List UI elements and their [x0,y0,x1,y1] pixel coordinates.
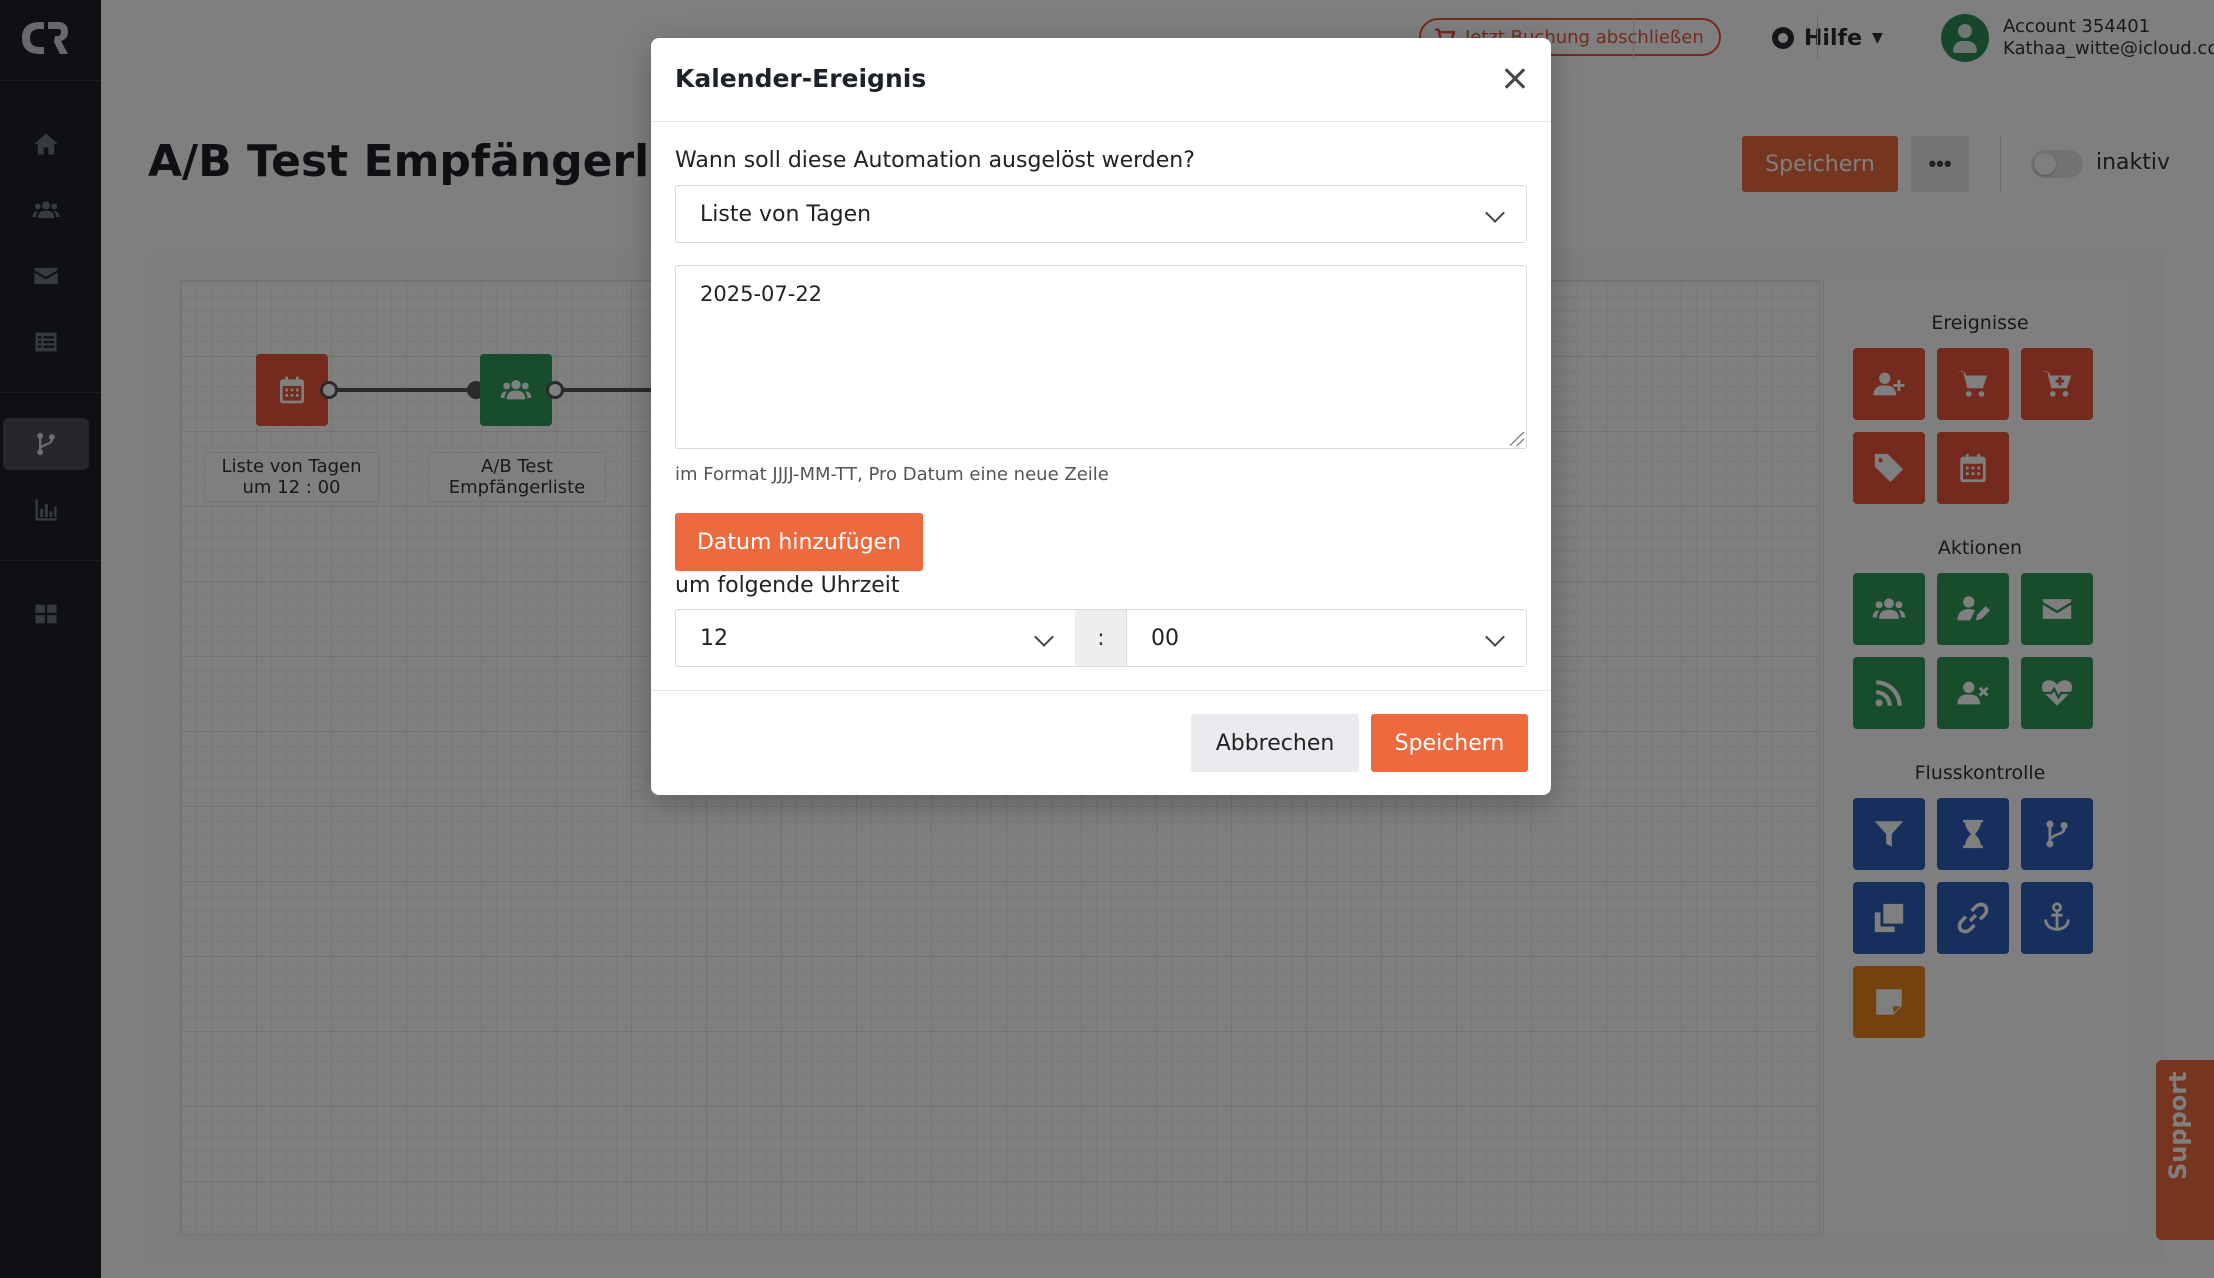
resize-handle-icon[interactable] [1510,432,1524,446]
time-separator: : [1075,609,1127,667]
chevron-down-icon [1485,203,1505,223]
chevron-down-icon [1034,627,1054,647]
close-icon[interactable] [1497,60,1533,96]
time-label: um folgende Uhrzeit [675,573,900,598]
hour-value: 12 [700,625,728,651]
calendar-event-dialog: Kalender-Ereignis Wann soll diese Automa… [651,38,1551,795]
dates-value: 2025-07-22 [700,282,823,306]
cancel-button[interactable]: Abbrechen [1191,714,1359,772]
trigger-type-select[interactable]: Liste von Tagen [675,185,1527,243]
trigger-type-value: Liste von Tagen [700,201,872,227]
dialog-header: Kalender-Ereignis [651,38,1551,122]
dialog-title: Kalender-Ereignis [675,64,927,93]
dialog-save-button[interactable]: Speichern [1371,714,1528,772]
add-date-button[interactable]: Datum hinzufügen [675,513,923,571]
minute-select[interactable]: 00 [1126,609,1527,667]
dialog-footer-divider [651,690,1551,691]
chevron-down-icon [1485,627,1505,647]
hour-select[interactable]: 12 [675,609,1076,667]
trigger-question-label: Wann soll diese Automation ausgelöst wer… [675,148,1195,173]
minute-value: 00 [1151,625,1179,651]
dates-textarea[interactable]: 2025-07-22 [675,265,1527,449]
date-format-hint: im Format JJJJ-MM-TT, Pro Datum eine neu… [675,464,1109,485]
